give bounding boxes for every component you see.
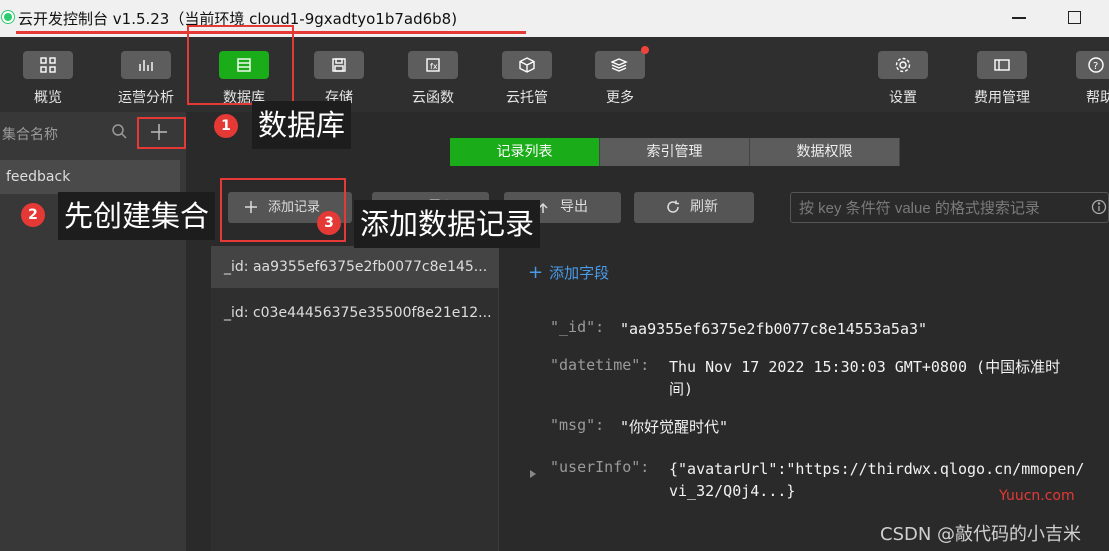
toolbar-label: 更多	[606, 90, 634, 106]
toolbar-storage[interactable]: 存储	[304, 51, 374, 107]
cube-icon	[502, 51, 552, 79]
toolbar-analytics[interactable]: 运营分析	[111, 51, 181, 107]
callout-add-record: 添加数据记录	[354, 200, 541, 248]
bar-chart-icon	[121, 51, 171, 79]
toolbar-label: 云托管	[506, 90, 548, 106]
record-search-box	[790, 192, 1109, 223]
toolbar-cloud-hosting[interactable]: 云托管	[492, 51, 562, 107]
record-item[interactable]	[211, 427, 499, 469]
notification-dot	[641, 46, 649, 54]
record-detail: + 添加字段 "_id": "aa9355ef6375e2fb0077c8e145…	[500, 246, 1109, 551]
export-label: 导出	[560, 199, 588, 215]
highlight-database-tab	[187, 25, 294, 105]
toolbar-overview[interactable]: 概览	[13, 51, 83, 107]
app-logo-icon	[2, 11, 14, 23]
field-key: "userInfo":	[550, 458, 650, 476]
tab-permissions[interactable]: 数据权限	[750, 138, 900, 166]
toolbar-label: 设置	[889, 90, 917, 106]
callout-create-collection: 先创建集合	[58, 192, 216, 240]
toolbar-functions[interactable]: fx 云函数	[398, 51, 468, 107]
database-tabs: 记录列表 索引管理 数据权限	[450, 138, 900, 166]
plus-icon: +	[528, 262, 544, 283]
refresh-label: 刷新	[690, 199, 718, 215]
collection-search-label: 集合名称	[2, 127, 58, 143]
field-key: "msg":	[550, 416, 605, 434]
record-item[interactable]: _id: c03e44456375e35500f8e21e12...	[211, 292, 499, 334]
toolbar-billing[interactable]: 费用管理	[967, 51, 1037, 107]
highlight-add-collection	[137, 117, 186, 149]
minimize-icon[interactable]	[1012, 17, 1026, 19]
layers-icon	[595, 46, 649, 79]
svg-text:?: ?	[1093, 61, 1098, 72]
help-icon: ?	[1076, 51, 1109, 79]
callout-database: 数据库	[252, 101, 352, 149]
svg-text:fx: fx	[430, 62, 438, 71]
field-key: "datetime":	[550, 356, 650, 374]
refresh-button[interactable]: 刷新	[634, 192, 754, 223]
wallet-icon	[977, 51, 1027, 79]
field-key: "_id":	[550, 318, 605, 336]
toolbar-label: 费用管理	[974, 90, 1030, 106]
record-search-input[interactable]	[799, 197, 1079, 219]
main-toolbar: 概览 运营分析 数据库 存储 fx 云函数 云托管 更多 设置 费用管理 ? 帮…	[0, 37, 1109, 112]
toolbar-help[interactable]: ? 帮助	[1066, 51, 1109, 107]
add-field-button[interactable]: + 添加字段	[528, 262, 609, 283]
step-badge-3: 3	[317, 211, 341, 235]
author-watermark: CSDN @敲代码的小吉米	[880, 524, 1082, 545]
toolbar-more[interactable]: 更多	[585, 46, 655, 107]
info-icon[interactable]	[1091, 199, 1107, 215]
toolbar-label: 概览	[34, 90, 62, 106]
field-value[interactable]: Thu Nov 17 2022 15:30:03 GMT+0800 (中国标准时…	[669, 356, 1099, 400]
maximize-icon[interactable]	[1068, 11, 1081, 24]
site-watermark: Yuucn.com	[999, 488, 1075, 504]
collection-item-feedback[interactable]: feedback	[0, 160, 180, 194]
tab-records[interactable]: 记录列表	[450, 138, 600, 166]
step-badge-1: 1	[214, 114, 238, 138]
field-value[interactable]: "你好觉醒时代"	[620, 416, 728, 438]
title-bar: 云开发控制台 v1.5.23（当前环境 cloud1-9gxadtyo1b7ad…	[0, 0, 1109, 37]
save-icon	[314, 51, 364, 79]
refresh-icon	[667, 200, 679, 213]
expand-arrow-icon[interactable]	[530, 470, 536, 478]
field-value[interactable]: "aa9355ef6375e2fb0077c8e14553a5a3"	[620, 318, 927, 340]
collection-sidebar: 集合名称 feedback	[0, 112, 186, 551]
record-item[interactable]: _id: aa9355ef6375e2fb0077c8e145...	[211, 246, 499, 288]
function-icon: fx	[408, 51, 458, 79]
toolbar-label: 云函数	[412, 90, 454, 106]
toolbar-label: 运营分析	[118, 90, 174, 106]
toolbar-label: 帮助	[1086, 90, 1109, 106]
collection-name: feedback	[6, 169, 71, 185]
search-icon[interactable]	[111, 123, 127, 139]
add-field-label: 添加字段	[549, 264, 610, 282]
toolbar-settings[interactable]: 设置	[868, 51, 938, 107]
grid-icon	[23, 51, 73, 79]
step-badge-2: 2	[21, 203, 45, 227]
tab-indexes[interactable]: 索引管理	[600, 138, 750, 166]
gear-icon	[878, 51, 928, 79]
